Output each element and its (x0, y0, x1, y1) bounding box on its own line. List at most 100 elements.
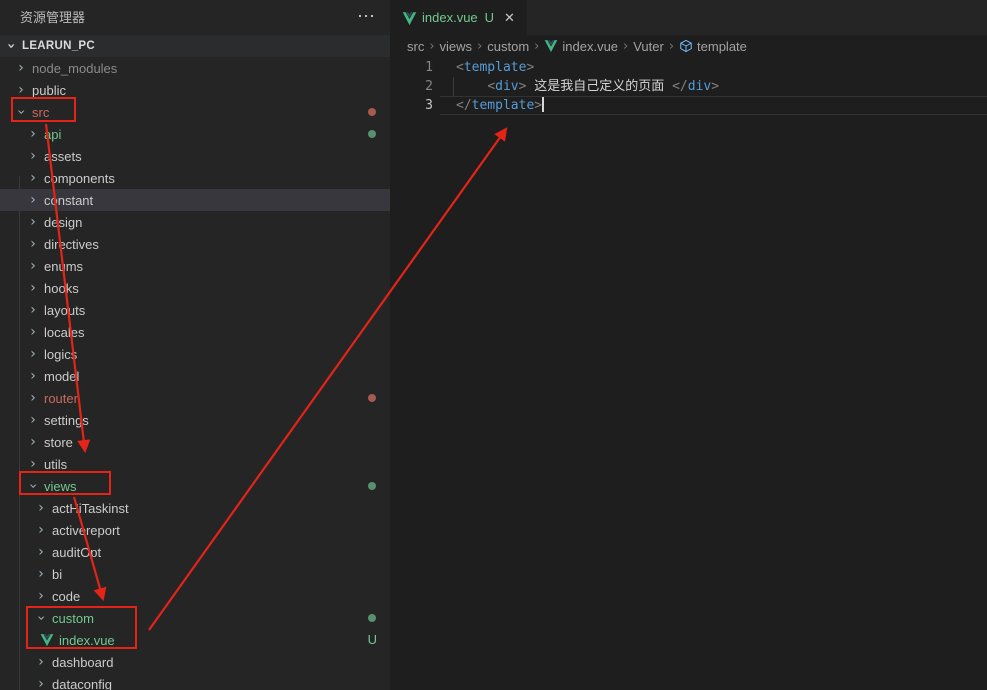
explorer-sidebar: 资源管理器 ⋯ › LEARUN_PC ›node_modules › public… (0, 0, 390, 690)
tree-item-logics[interactable]: ›logics (0, 343, 390, 365)
tree-item-activereport[interactable]: › activereport (0, 519, 390, 541)
chevron-right-icon[interactable]: › (34, 567, 48, 581)
tab-index-vue[interactable]: index.vue U ✕ (390, 0, 527, 35)
more-actions-icon[interactable]: ⋯ (357, 0, 376, 35)
tree-item-label: api (44, 127, 61, 142)
editor-indent-guide (453, 77, 454, 96)
tree-item-actHiTaskinst[interactable]: › actHiTaskinst (0, 497, 390, 519)
line-content: <div> 这是我自己定义的页面 </div> (456, 77, 719, 96)
chevron-down-icon[interactable]: › (14, 105, 28, 119)
file-tree: ›node_modules›public›src›api›assets›comp… (0, 57, 390, 690)
tree-item-constant[interactable]: › constant (0, 189, 390, 211)
tree-item-layouts[interactable]: ›layouts (0, 299, 390, 321)
chevron-right-icon[interactable]: › (26, 347, 40, 361)
breadcrumb-item-index.vue[interactable]: index.vue (544, 39, 618, 54)
git-status-dot (368, 394, 376, 402)
chevron-right-icon[interactable]: › (26, 171, 40, 185)
tree-item-public[interactable]: › public (0, 79, 390, 101)
tree-item-code[interactable]: ›code (0, 585, 390, 607)
tree-item-enums[interactable]: ›enums (0, 255, 390, 277)
tree-item-views[interactable]: ›views (0, 475, 390, 497)
chevron-right-icon[interactable]: › (26, 237, 40, 251)
tree-item-components[interactable]: › components (0, 167, 390, 189)
chevron-right-icon[interactable]: › (34, 545, 48, 559)
tree-item-bi[interactable]: ›bi (0, 563, 390, 585)
chevron-right-icon[interactable]: › (26, 435, 40, 449)
tree-item-label: components (44, 171, 115, 186)
tree-item-dataconfig[interactable]: › dataconfig (0, 673, 390, 690)
chevron-right-icon[interactable]: › (34, 501, 48, 515)
breadcrumb-separator-icon: › (534, 39, 539, 54)
tree-item-label: actHiTaskinst (52, 501, 129, 516)
tree-item-label: public (32, 83, 66, 98)
tree-item-label: assets (44, 149, 82, 164)
tree-item-label: activereport (52, 523, 120, 538)
line-content: <template> (456, 58, 534, 77)
code-area[interactable]: 1<template>2 <div> 这是我自己定义的页面 </div>3 </t… (390, 58, 987, 115)
tree-item-design[interactable]: ›design (0, 211, 390, 233)
chevron-right-icon[interactable]: › (34, 677, 48, 690)
tree-item-label: dataconfig (52, 677, 112, 690)
chevron-right-icon[interactable]: › (26, 193, 40, 207)
symbol-cube-icon (679, 39, 693, 53)
tree-item-directives[interactable]: › directives (0, 233, 390, 255)
tree-item-hooks[interactable]: ›hooks (0, 277, 390, 299)
close-icon[interactable]: ✕ (504, 10, 515, 26)
chevron-right-icon[interactable]: › (26, 215, 40, 229)
chevron-down-icon[interactable]: › (34, 611, 48, 625)
code-line-2[interactable]: 2 <div> 这是我自己定义的页面 </div> (390, 77, 987, 96)
tree-item-node_modules[interactable]: ›node_modules (0, 57, 390, 79)
tree-item-store[interactable]: ›store (0, 431, 390, 453)
tree-item-router[interactable]: › router (0, 387, 390, 409)
tree-item-settings[interactable]: ›settings (0, 409, 390, 431)
tree-item-api[interactable]: › api (0, 123, 390, 145)
chevron-right-icon[interactable]: › (26, 457, 40, 471)
tree-item-locales[interactable]: ›locales (0, 321, 390, 343)
tree-item-label: directives (44, 237, 99, 252)
breadcrumb-item-Vuter[interactable]: Vuter (633, 39, 664, 54)
vscode-window: 资源管理器 ⋯ › LEARUN_PC ›node_modules › public… (0, 0, 987, 690)
chevron-right-icon[interactable]: › (26, 281, 40, 295)
tree-item-custom[interactable]: › custom (0, 607, 390, 629)
tree-item-assets[interactable]: › assets (0, 145, 390, 167)
breadcrumb-item-custom[interactable]: custom (487, 39, 529, 54)
breadcrumb-item-src[interactable]: src (407, 39, 424, 54)
chevron-down-icon[interactable]: › (26, 479, 40, 493)
tree-item-auditOpt[interactable]: ›auditOpt (0, 541, 390, 563)
tree-item-src[interactable]: ›src (0, 101, 390, 123)
chevron-right-icon[interactable]: › (26, 259, 40, 273)
tree-item-dashboard[interactable]: ›dashboard (0, 651, 390, 673)
chevron-right-icon[interactable]: › (34, 589, 48, 603)
chevron-right-icon[interactable]: › (34, 655, 48, 669)
code-line-3[interactable]: 3 </template> (390, 96, 987, 115)
breadcrumb-item-template[interactable]: template (679, 39, 747, 54)
chevron-right-icon[interactable]: › (34, 523, 48, 537)
tree-item-label: index.vue (59, 633, 115, 648)
chevron-right-icon[interactable]: › (26, 413, 40, 427)
breadcrumb-label: index.vue (562, 39, 618, 54)
chevron-right-icon[interactable]: › (14, 83, 28, 97)
tree-item-index.vue[interactable]: index.vueU (0, 629, 390, 651)
line-number: 3 (390, 96, 436, 115)
explorer-title-bar: 资源管理器 ⋯ (0, 0, 390, 35)
chevron-right-icon[interactable]: › (26, 303, 40, 317)
chevron-right-icon[interactable]: › (26, 127, 40, 141)
chevron-right-icon[interactable]: › (26, 149, 40, 163)
chevron-right-icon[interactable]: › (26, 391, 40, 405)
tree-item-utils[interactable]: ›utils (0, 453, 390, 475)
text-cursor (542, 96, 544, 112)
tree-item-label: constant (44, 193, 93, 208)
chevron-right-icon[interactable]: › (26, 325, 40, 339)
git-untracked-badge: U (485, 10, 494, 25)
breadcrumb-label: src (407, 39, 424, 54)
project-section-header[interactable]: › LEARUN_PC (0, 35, 390, 57)
tree-item-model[interactable]: ›model (0, 365, 390, 387)
chevron-right-icon[interactable]: › (26, 369, 40, 383)
chevron-right-icon[interactable]: › (14, 61, 28, 75)
code-line-1[interactable]: 1<template> (390, 58, 987, 77)
tree-item-label: router (44, 391, 78, 406)
tree-item-label: custom (52, 611, 94, 626)
breadcrumb-separator-icon: › (477, 39, 482, 54)
line-content: </template> (456, 96, 544, 115)
breadcrumb-item-views[interactable]: views (440, 39, 473, 54)
